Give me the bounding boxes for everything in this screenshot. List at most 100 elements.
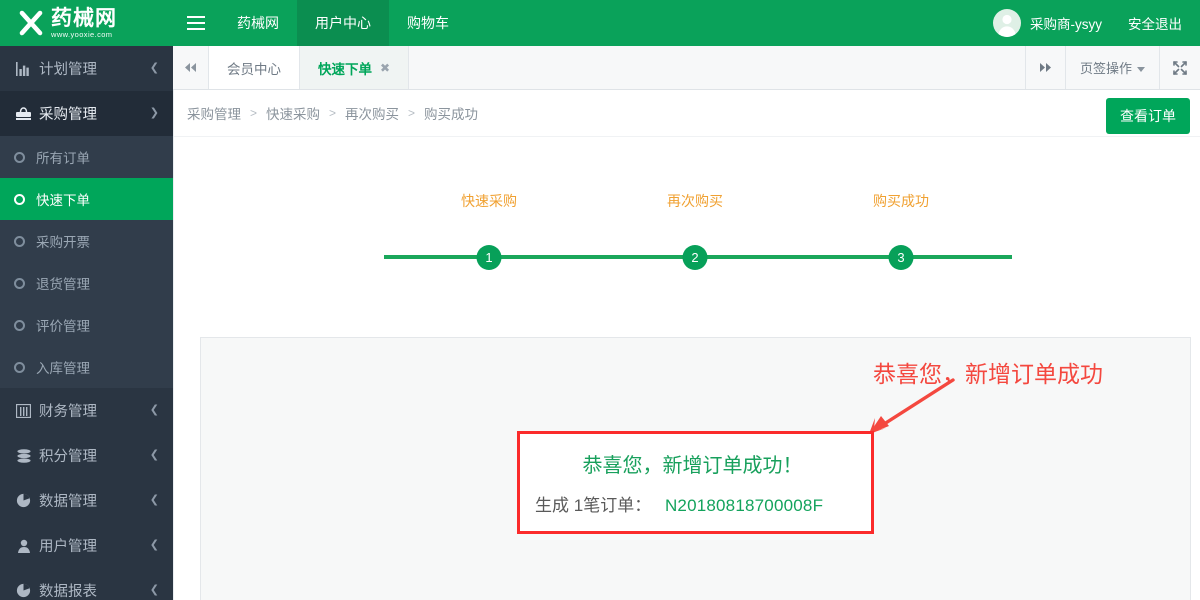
order-count-suffix: 笔订单： bbox=[583, 496, 652, 515]
sidebar-group-purchase[interactable]: 采购管理 ❯ bbox=[0, 91, 173, 136]
sidebar-group-plan[interactable]: 计划管理 ❮ bbox=[0, 46, 173, 91]
tab-action-label: 页签操作 bbox=[1079, 61, 1132, 76]
breadcrumb-item-4: 购买成功 bbox=[424, 107, 479, 122]
user-account[interactable]: 采购商-ysyy bbox=[993, 9, 1102, 37]
double-chevron-left-icon[interactable] bbox=[173, 46, 209, 89]
pie-chart-icon bbox=[14, 493, 33, 508]
sidebar-group-label: 财务管理 bbox=[39, 404, 97, 420]
nav-item-label: 药械网 bbox=[237, 15, 279, 31]
sidebar-item-purchase-invoice[interactable]: 采购开票 bbox=[0, 220, 173, 262]
step-circle-3[interactable]: 3 bbox=[888, 245, 914, 270]
user-name-label: 采购商-ysyy bbox=[1030, 17, 1102, 32]
chevron-left-icon: ❮ bbox=[149, 449, 159, 461]
sidebar-group-label: 积分管理 bbox=[39, 449, 97, 465]
sidebar-item-label: 退货管理 bbox=[36, 277, 90, 292]
sidebar-group-users[interactable]: 用户管理 ❮ bbox=[0, 523, 173, 568]
logo-text-block: 药械网 www.yooxie.com bbox=[51, 8, 117, 39]
breadcrumb-item-3[interactable]: 再次购买 bbox=[345, 103, 399, 123]
tab-quick-order[interactable]: 快速下单 ✖ bbox=[300, 46, 410, 89]
sidebar-group-label: 用户管理 bbox=[39, 539, 97, 555]
sidebar-item-reviews[interactable]: 评价管理 bbox=[0, 304, 173, 346]
sidebar-item-all-orders[interactable]: 所有订单 bbox=[0, 136, 173, 178]
logo-title: 药械网 bbox=[51, 6, 117, 30]
sidebar-group-label: 计划管理 bbox=[39, 62, 97, 78]
tab-label: 会员中心 bbox=[227, 61, 281, 77]
top-right-area: 采购商-ysyy 安全退出 bbox=[993, 0, 1200, 46]
nav-item-label: 用户中心 bbox=[315, 15, 371, 31]
sidebar-group-finance[interactable]: 财务管理 ❮ bbox=[0, 388, 173, 433]
circle-bullet-icon bbox=[14, 235, 25, 247]
fullscreen-icon[interactable] bbox=[1160, 46, 1200, 89]
double-chevron-right-icon[interactable] bbox=[1025, 46, 1066, 89]
stepper-labels: 快速采购 再次购买 购买成功 bbox=[174, 191, 1200, 213]
briefcase-icon bbox=[14, 106, 33, 121]
tab-bar: 会员中心 快速下单 ✖ 页签操作 bbox=[173, 46, 1200, 90]
nav-item-cart[interactable]: 购物车 bbox=[389, 0, 467, 46]
nav-item-site[interactable]: 药械网 bbox=[219, 0, 297, 46]
sidebar-group-reports[interactable]: 数据报表 ❮ bbox=[0, 568, 173, 600]
logout-button[interactable]: 安全退出 bbox=[1128, 13, 1182, 33]
sidebar-group-label: 数据报表 bbox=[39, 584, 97, 600]
step-circle-2[interactable]: 2 bbox=[682, 245, 708, 270]
circle-bullet-icon bbox=[14, 193, 25, 205]
sidebar-item-label: 采购开票 bbox=[36, 235, 90, 250]
nav-item-label: 购物车 bbox=[407, 15, 449, 31]
circle-bullet-icon bbox=[14, 319, 25, 331]
sidebar-item-label: 快速下单 bbox=[36, 193, 90, 208]
breadcrumb-item-2[interactable]: 快速采购 bbox=[266, 103, 320, 123]
progress-stepper: 快速采购 再次购买 购买成功 1 2 3 bbox=[174, 191, 1200, 271]
sidebar-group-label: 采购管理 bbox=[39, 107, 97, 123]
breadcrumb-separator: > bbox=[329, 106, 337, 120]
step-circle-1[interactable]: 1 bbox=[476, 245, 502, 270]
sidebar: 计划管理 ❮ 采购管理 ❯ 所有订单 快速下单 采购开票 退货管理 评价管理 入… bbox=[0, 46, 173, 600]
user-icon bbox=[14, 539, 33, 553]
top-navigation-bar: 药械网 www.yooxie.com 药械网 用户中心 购物车 采购商-ysyy… bbox=[0, 0, 1200, 46]
circle-bullet-icon bbox=[14, 361, 25, 373]
main-content: 采购管理 > 快速采购 > 再次购买 > 购买成功 查看订单 快速采购 再次购买… bbox=[173, 90, 1200, 600]
order-summary-line: 生成 1笔订单： N20180818700008F bbox=[520, 491, 871, 516]
logo-url: www.yooxie.com bbox=[51, 29, 113, 39]
breadcrumb-separator: > bbox=[250, 106, 258, 120]
circle-bullet-icon bbox=[14, 277, 25, 289]
app-root: 药械网 www.yooxie.com 药械网 用户中心 购物车 采购商-ysyy… bbox=[0, 0, 1200, 600]
circle-bullet-icon bbox=[14, 151, 25, 163]
sidebar-item-inbound[interactable]: 入库管理 bbox=[0, 346, 173, 388]
sidebar-item-label: 评价管理 bbox=[36, 319, 90, 334]
breadcrumb-item-1[interactable]: 采购管理 bbox=[187, 103, 241, 123]
database-icon bbox=[14, 448, 33, 463]
close-icon[interactable]: ✖ bbox=[380, 61, 390, 75]
sidebar-item-label: 入库管理 bbox=[36, 361, 90, 376]
order-success-title: 恭喜您，新增订单成功！ bbox=[582, 455, 803, 477]
order-success-box: 恭喜您，新增订单成功！ 生成 1笔订单： N20180818700008F bbox=[517, 431, 874, 534]
sidebar-group-label: 数据管理 bbox=[39, 494, 97, 510]
chevron-down-icon: ❯ bbox=[149, 107, 159, 119]
tab-label: 快速下单 bbox=[318, 61, 372, 77]
order-count: 1 bbox=[573, 496, 584, 515]
caret-down-icon bbox=[1137, 60, 1145, 75]
tab-member-center[interactable]: 会员中心 bbox=[209, 46, 300, 89]
sidebar-item-label: 所有订单 bbox=[36, 151, 90, 166]
tab-bar-filler bbox=[409, 46, 1026, 89]
tab-action-menu[interactable]: 页签操作 bbox=[1065, 46, 1160, 89]
pie-chart-icon bbox=[14, 583, 33, 598]
bar-chart-icon bbox=[14, 61, 33, 76]
chevron-left-icon: ❮ bbox=[149, 62, 159, 74]
chevron-left-icon: ❮ bbox=[149, 494, 159, 506]
sidebar-item-quick-order[interactable]: 快速下单 bbox=[0, 178, 173, 220]
sidebar-group-points[interactable]: 积分管理 ❮ bbox=[0, 433, 173, 478]
breadcrumb: 采购管理 > 快速采购 > 再次购买 > 购买成功 查看订单 bbox=[174, 90, 1200, 137]
order-number: N20180818700008F bbox=[664, 496, 824, 515]
chevron-left-icon: ❮ bbox=[149, 584, 159, 596]
sidebar-item-returns[interactable]: 退货管理 bbox=[0, 262, 173, 304]
chevron-left-icon: ❮ bbox=[149, 404, 159, 416]
sidebar-group-data[interactable]: 数据管理 ❮ bbox=[0, 478, 173, 523]
step-label-1: 快速采购 bbox=[461, 193, 517, 209]
logo-x-mark bbox=[19, 10, 43, 36]
view-order-button[interactable]: 查看订单 bbox=[1106, 98, 1190, 134]
step-label-2: 再次购买 bbox=[667, 193, 723, 209]
user-avatar-icon bbox=[993, 9, 1021, 37]
site-logo[interactable]: 药械网 www.yooxie.com bbox=[0, 0, 173, 46]
order-count-prefix: 生成 bbox=[535, 496, 569, 515]
nav-item-user-center[interactable]: 用户中心 bbox=[297, 0, 389, 46]
hamburger-icon[interactable] bbox=[173, 0, 219, 46]
